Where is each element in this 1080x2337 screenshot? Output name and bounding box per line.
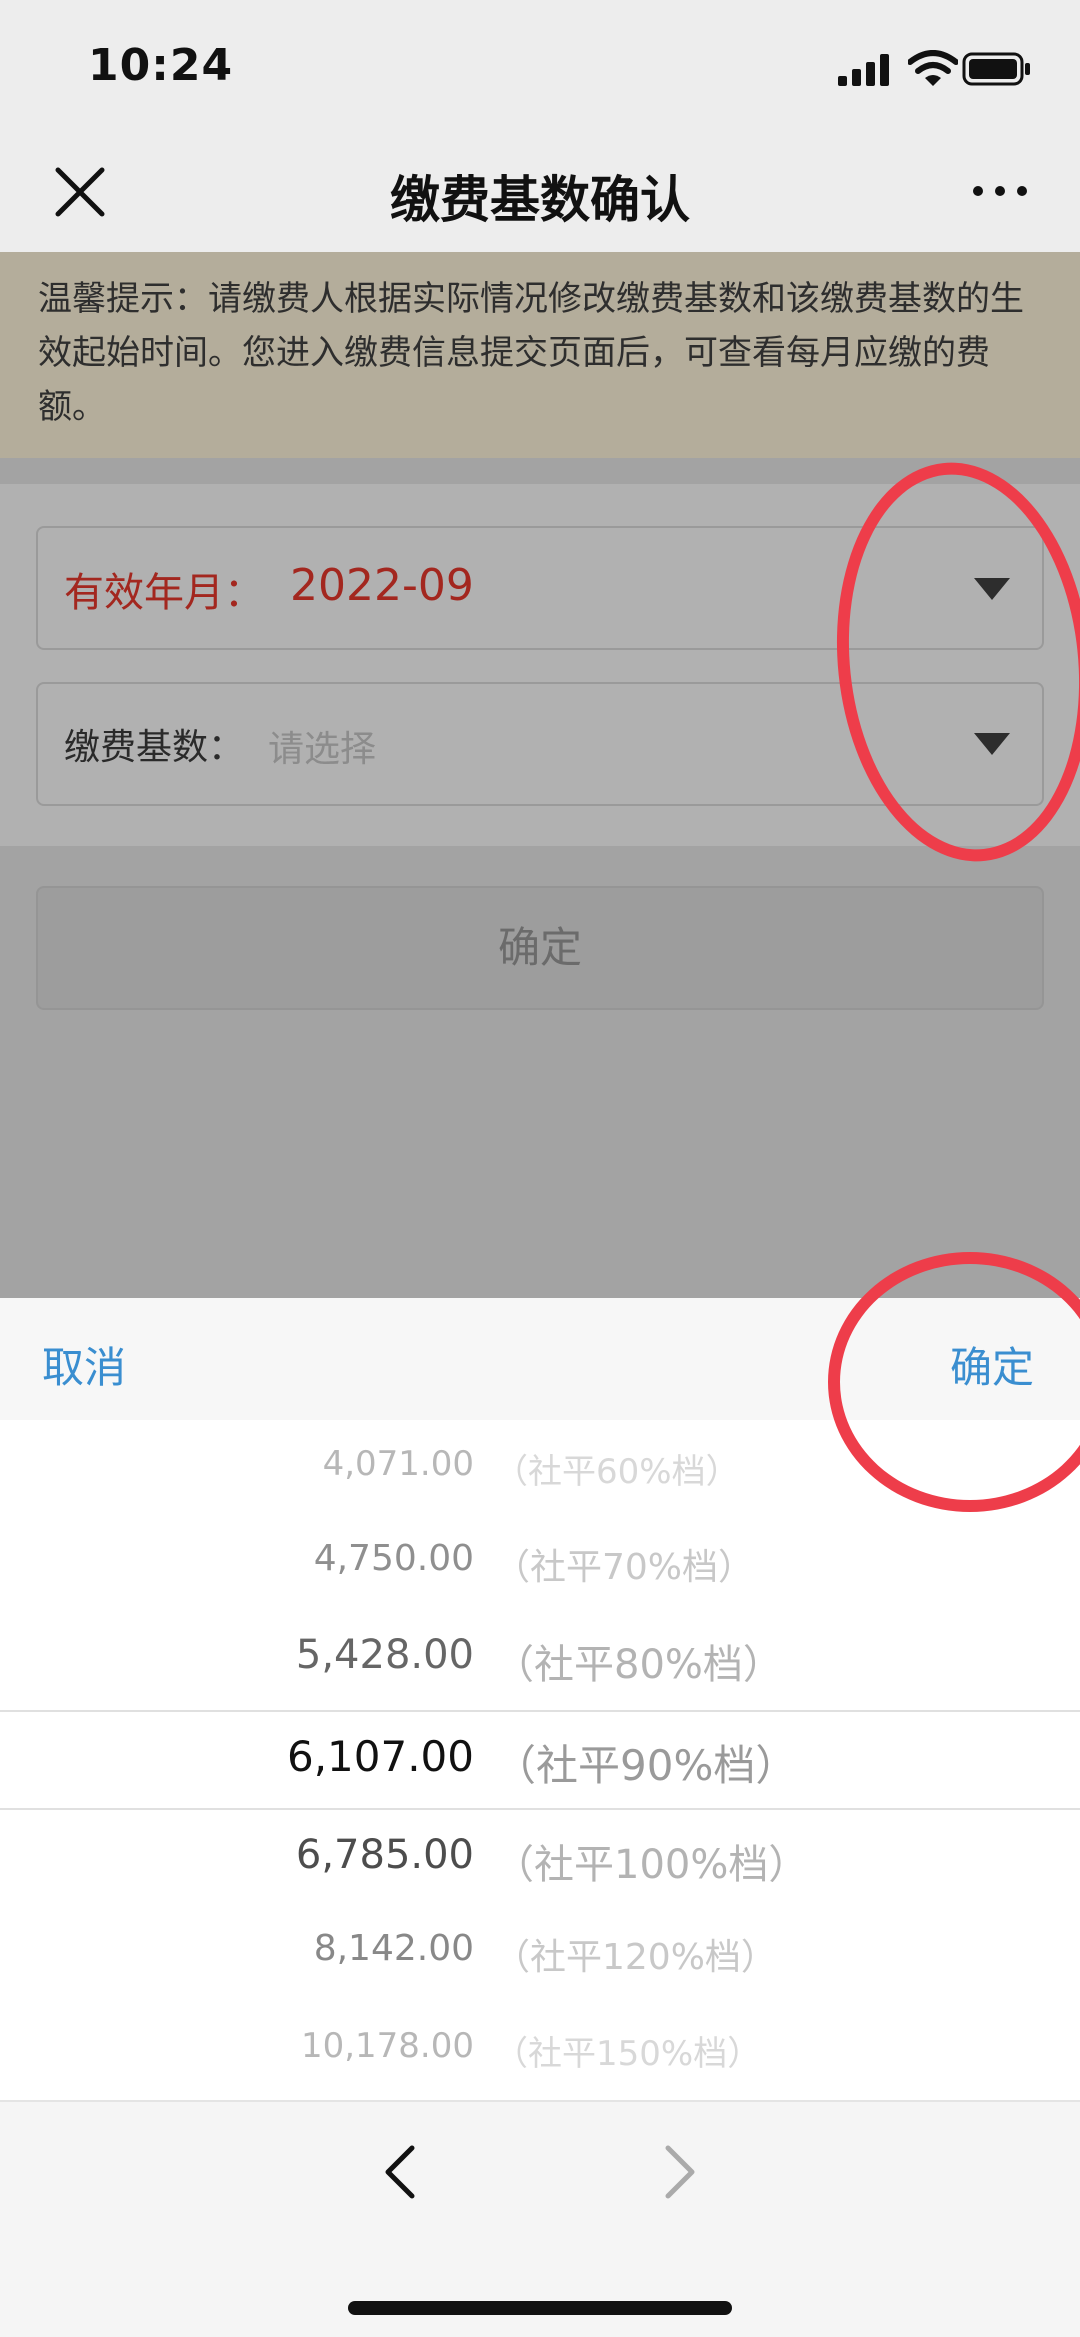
option-amount: 4,750.00: [313, 1538, 474, 1579]
option-tier: （社平100%档）: [494, 1842, 809, 1888]
back-chevron-icon[interactable]: [380, 2144, 420, 2200]
picker-option[interactable]: 6,785.00 （社平100%档）: [0, 1832, 1080, 1912]
picker-option-selected[interactable]: 6,107.00 （社平90%档）: [0, 1732, 1080, 1812]
wifi-icon: [908, 50, 958, 86]
option-tier: （社平70%档）: [494, 1547, 755, 1588]
option-amount: 4,071.00: [322, 1444, 474, 1484]
picker-option[interactable]: 8,142.00 （社平120%档）: [0, 1928, 1080, 2008]
option-tier: （社平60%档）: [494, 1452, 740, 1492]
more-icon[interactable]: [972, 176, 1028, 206]
signal-icon: [838, 54, 889, 86]
option-tier: （社平80%档）: [494, 1642, 783, 1688]
option-amount: 5,428.00: [295, 1632, 474, 1678]
home-indicator: [348, 2301, 732, 2315]
picker-cancel-button[interactable]: 取消: [42, 1334, 126, 1395]
picker-option[interactable]: 10,178.00 （社平150%档）: [0, 2026, 1080, 2106]
status-time: 10:24: [88, 40, 234, 91]
payment-base-placeholder: 请选择: [268, 729, 377, 770]
payment-base-label: 缴费基数：: [64, 727, 245, 768]
option-amount: 6,785.00: [295, 1832, 474, 1878]
picker-option[interactable]: 4,750.00 （社平70%档）: [0, 1538, 1080, 1618]
option-tier: （社平90%档）: [494, 1741, 798, 1790]
option-amount: 8,142.00: [313, 1928, 474, 1969]
option-amount: 6,107.00: [286, 1732, 474, 1781]
option-amount: 10,178.00: [300, 2026, 474, 2066]
effective-month-label: 有效年月：: [64, 570, 264, 616]
option-tier: （社平150%档）: [494, 2034, 762, 2074]
picker-option[interactable]: 5,428.00 （社平80%档）: [0, 1632, 1080, 1712]
tip-text: 温馨提示：请缴费人根据实际情况修改缴费基数和该缴费基数的生效起始时间。您进入缴费…: [38, 279, 1024, 427]
tip-banner: 温馨提示：请缴费人根据实际情况修改缴费基数和该缴费基数的生效起始时间。您进入缴费…: [0, 252, 1080, 458]
confirm-button[interactable]: 确定: [36, 886, 1044, 1010]
forward-chevron-icon[interactable]: [660, 2144, 700, 2200]
page-title: 缴费基数确认: [390, 171, 690, 229]
option-tier: （社平120%档）: [494, 1937, 777, 1978]
battery-icon: [962, 52, 1030, 86]
effective-month-value: 2022-09: [290, 560, 474, 611]
